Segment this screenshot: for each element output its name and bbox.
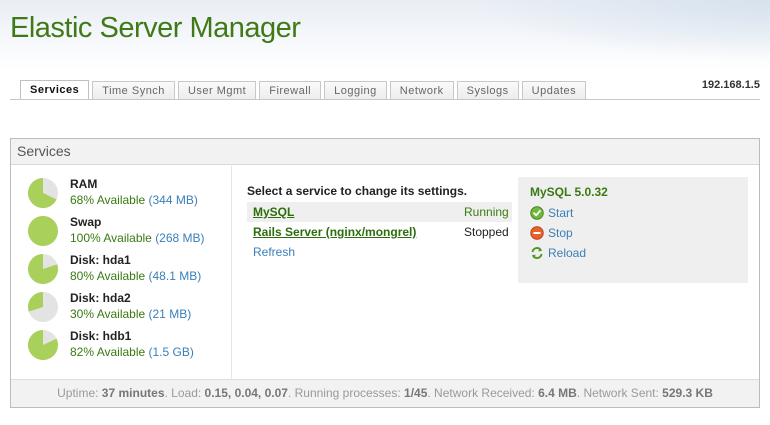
service-link-mysql[interactable]: MySQL xyxy=(253,205,294,219)
resource-size: (48.1 MB) xyxy=(148,269,202,283)
pie-available-slice xyxy=(28,216,58,246)
resource-name: Disk: hdb1 xyxy=(70,329,132,343)
ram-usage-pie xyxy=(27,178,58,208)
tab-services[interactable]: Services xyxy=(20,80,90,100)
processes-value: 1/45 xyxy=(404,386,428,400)
service-prompt: Select a service to change its settings. xyxy=(247,184,468,198)
hdb1-usage-pie xyxy=(27,330,58,360)
start-label: Start xyxy=(548,206,574,220)
start-button[interactable]: Start xyxy=(530,204,573,222)
selected-service-title: MySQL 5.0.32 xyxy=(530,185,608,199)
service-row-rails[interactable]: Rails Server (nginx/mongrel) Stopped xyxy=(247,222,512,242)
resource-available: 100% Available (268 MB) xyxy=(70,231,205,245)
hda2-usage-pie xyxy=(28,292,58,322)
service-status: Stopped xyxy=(464,225,509,239)
reload-label: Reload xyxy=(548,246,587,260)
resource-disk-hda2: Disk: hda2 30% Available (21 MB) xyxy=(27,290,227,326)
tab-syslogs[interactable]: Syslogs xyxy=(456,81,519,100)
tab-user-mgmt[interactable]: User Mgmt xyxy=(177,81,257,100)
resource-list: RAM 68% Available (344 MB) Swap 100% Ava… xyxy=(11,166,232,380)
swap-usage-pie xyxy=(28,216,58,246)
resource-disk-hdb1: Disk: hdb1 82% Available (1.5 GB) xyxy=(27,328,227,364)
panel-title: Services xyxy=(11,139,759,165)
resource-name: Disk: hda2 xyxy=(70,291,131,305)
tab-firewall[interactable]: Firewall xyxy=(259,81,322,100)
service-row-mysql[interactable]: MySQL Running xyxy=(247,202,512,222)
start-icon xyxy=(530,206,544,220)
resource-available: 80% Available (48.1 MB) xyxy=(70,269,202,283)
reload-button[interactable]: Reload xyxy=(530,244,586,262)
resource-name: Swap xyxy=(70,215,102,229)
resource-size: (344 MB) xyxy=(148,193,198,207)
received-value: 6.4 MB xyxy=(538,386,577,400)
header-glow xyxy=(470,0,770,60)
stop-icon xyxy=(530,226,544,240)
service-link-rails[interactable]: Rails Server (nginx/mongrel) xyxy=(253,225,416,239)
service-detail: MySQL 5.0.32 Start Stop Reload xyxy=(518,177,748,283)
resource-size: (1.5 GB) xyxy=(148,345,194,359)
services-panel: Services RAM 68% Available (344 MB) Swap… xyxy=(10,138,760,408)
uptime-value: 37 minutes xyxy=(101,386,165,400)
tab-divider xyxy=(10,99,760,100)
ip-address: 192.168.1.5 xyxy=(701,79,760,91)
resource-swap: Swap 100% Available (268 MB) xyxy=(27,214,227,250)
reload-icon xyxy=(531,247,543,259)
status-footer: Uptime: 37 minutes. Load: 0.15, 0.04, 0.… xyxy=(11,379,759,407)
stop-label: Stop xyxy=(548,226,573,240)
stop-button[interactable]: Stop xyxy=(530,224,573,242)
resource-ram: RAM 68% Available (344 MB) xyxy=(27,176,227,212)
refresh-link[interactable]: Refresh xyxy=(247,242,295,262)
tab-network[interactable]: Network xyxy=(389,81,454,100)
resource-available: 30% Available (21 MB) xyxy=(70,307,192,321)
service-status: Running xyxy=(464,205,509,219)
resource-available: 68% Available (344 MB) xyxy=(70,193,198,207)
resource-size: (21 MB) xyxy=(148,307,192,321)
hda1-usage-pie xyxy=(28,254,58,284)
tab-bar: Services Time Synch User Mgmt Firewall L… xyxy=(20,80,587,100)
resource-name: Disk: hda1 xyxy=(70,253,131,267)
resource-size: (268 MB) xyxy=(155,231,205,245)
tab-time-synch[interactable]: Time Synch xyxy=(92,81,175,100)
tab-logging[interactable]: Logging xyxy=(324,81,387,100)
app-title: Elastic Server Manager xyxy=(10,12,301,44)
resource-available: 82% Available (1.5 GB) xyxy=(70,345,194,359)
resource-disk-hda1: Disk: hda1 80% Available (48.1 MB) xyxy=(27,252,227,288)
sent-value: 529.3 KB xyxy=(662,386,713,400)
tab-updates[interactable]: Updates xyxy=(521,81,587,100)
load-value: 0.15, 0.04, 0.07 xyxy=(204,386,288,400)
service-list: Select a service to change its settings.… xyxy=(247,184,517,262)
resource-name: RAM xyxy=(70,177,98,191)
